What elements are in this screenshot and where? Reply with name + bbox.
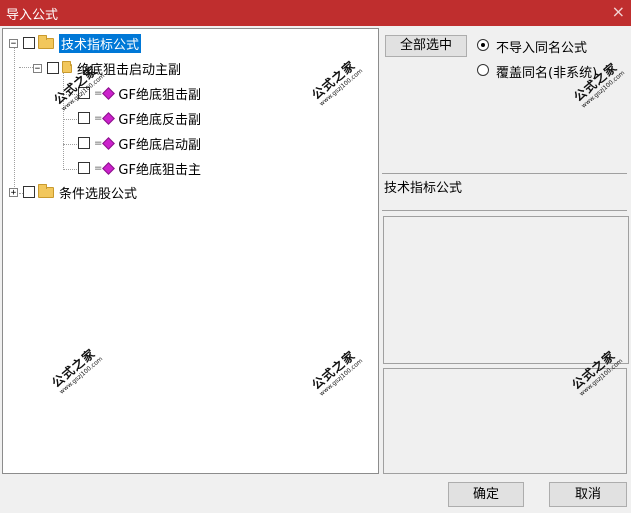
tree-node-tech-indicators[interactable]: − 技术指标公式 (9, 33, 142, 53)
tree-node-formula[interactable]: = GF绝底启动副 (73, 133, 201, 153)
overwrite-label[interactable]: 覆盖同名(非系统) (496, 62, 597, 81)
expand-icon[interactable]: + (9, 187, 18, 197)
folder-icon (38, 34, 54, 49)
tree-node-label[interactable]: GF绝底反击副 (118, 109, 201, 128)
formula-tree[interactable]: − 技术指标公式 − 绝底狙击启动主副 = GF绝底狙击副 = GF绝底反击副 … (2, 28, 379, 474)
tree-node-label[interactable]: 条件选股公式 (59, 183, 137, 202)
formula-icon (102, 136, 116, 150)
tree-node-label[interactable]: 技术指标公式 (59, 33, 142, 53)
formula-icon (102, 111, 116, 125)
tree-node-formula[interactable]: = GF绝底反击副 (73, 108, 201, 128)
tree-line (63, 72, 64, 170)
tree-checkbox[interactable] (78, 137, 90, 149)
category-label: 技术指标公式 (384, 181, 463, 196)
folder-icon (62, 60, 72, 73)
tree-checkbox[interactable] (78, 162, 90, 174)
close-icon[interactable]: × (612, 2, 625, 21)
detail-panel (383, 368, 627, 474)
tree-checkbox[interactable] (23, 186, 35, 198)
ok-button[interactable]: 确定 (448, 482, 524, 507)
tree-checkbox[interactable] (78, 112, 90, 124)
tree-node-label[interactable]: GF绝底狙击副 (118, 84, 201, 103)
no-import-label[interactable]: 不导入同名公式 (496, 37, 587, 56)
tree-node-group[interactable]: − 绝底狙击启动主副 (33, 58, 181, 78)
tree-node-formula[interactable]: = GF绝底狙击主 (73, 158, 201, 178)
window-title: 导入公式 (6, 8, 59, 23)
formula-icon (102, 86, 116, 100)
title-bar: 导入公式 × (0, 0, 631, 26)
collapse-icon[interactable]: − (9, 38, 18, 48)
select-all-button[interactable]: 全部选中 (385, 35, 467, 57)
tree-node-stock-screening[interactable]: + 条件选股公式 (9, 182, 137, 202)
tree-node-label[interactable]: GF绝底启动副 (118, 134, 201, 153)
category-panel: 技术指标公式 (382, 173, 627, 211)
tree-line (14, 47, 15, 193)
tree-checkbox[interactable] (47, 62, 59, 74)
cancel-button[interactable]: 取消 (549, 482, 627, 507)
no-import-radio[interactable] (477, 39, 489, 51)
folder-icon (38, 183, 54, 198)
formula-icon (102, 161, 116, 175)
description-panel (383, 216, 629, 364)
tree-node-label[interactable]: 绝底狙击启动主副 (77, 59, 181, 78)
collapse-icon[interactable]: − (33, 63, 42, 73)
tree-checkbox[interactable] (78, 87, 90, 99)
tree-node-formula[interactable]: = GF绝底狙击副 (73, 83, 201, 103)
overwrite-radio[interactable] (477, 64, 489, 76)
tree-checkbox[interactable] (23, 37, 35, 49)
tree-node-label[interactable]: GF绝底狙击主 (118, 159, 201, 178)
